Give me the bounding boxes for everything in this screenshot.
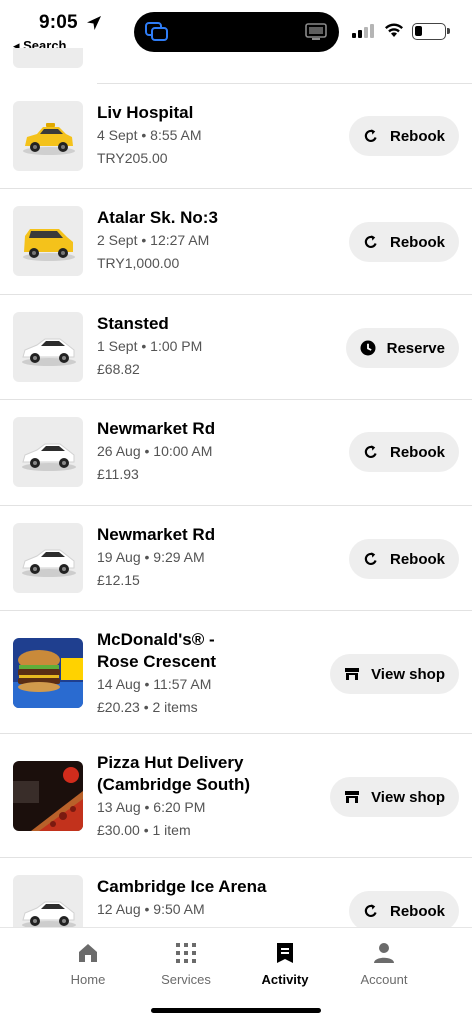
view-shop-button[interactable]: View shop bbox=[330, 777, 459, 817]
trip-row[interactable]: Newmarket Rd 26 Aug • 10:00 AM £11.93 Re… bbox=[0, 400, 472, 506]
order-row[interactable]: Pizza Hut Delivery (Cambridge South) 13 … bbox=[0, 734, 472, 858]
trip-date: 1 Sept • 1:00 PM bbox=[97, 338, 203, 354]
tab-activity-label: Activity bbox=[261, 972, 309, 987]
view-shop-label: View shop bbox=[371, 788, 445, 806]
trip-row[interactable]: Newmarket Rd 19 Aug • 9:29 AM £12.15 Reb… bbox=[0, 506, 472, 611]
rebook-icon bbox=[364, 235, 377, 248]
receipt-icon bbox=[277, 943, 293, 963]
rebook-label: Rebook bbox=[389, 902, 445, 920]
trip-date: 19 Aug • 9:29 AM bbox=[97, 549, 205, 565]
taxi-thumbnail bbox=[13, 101, 83, 171]
trip-row[interactable]: Atalar Sk. No:3 2 Sept • 12:27 AM TRY1,0… bbox=[0, 189, 472, 295]
white-car-icon bbox=[22, 338, 76, 366]
home-indicator bbox=[151, 1008, 321, 1013]
white-car-icon bbox=[22, 901, 76, 927]
tab-account-label: Account bbox=[360, 972, 408, 987]
trip-date: 26 Aug • 10:00 AM bbox=[97, 443, 213, 459]
order-title-line2: Rose Crescent bbox=[97, 652, 217, 671]
tab-account[interactable]: Account bbox=[339, 942, 429, 987]
trip-row[interactable]: Cambridge Ice Arena 12 Aug • 9:50 AM Reb… bbox=[0, 858, 472, 927]
rebook-label: Rebook bbox=[389, 233, 445, 251]
rebook-icon bbox=[364, 904, 377, 917]
status-time: 9:05 bbox=[39, 12, 78, 33]
car-thumbnail bbox=[13, 312, 83, 382]
trip-title: Newmarket Rd bbox=[97, 419, 216, 438]
trip-row[interactable]: Stansted 1 Sept • 1:00 PM £68.82 Reserve bbox=[0, 295, 472, 400]
order-price: £20.23 • 2 items bbox=[97, 699, 198, 715]
trip-price: £12.15 bbox=[97, 572, 140, 588]
view-shop-button[interactable]: View shop bbox=[330, 654, 459, 694]
trip-price: TRY205.00 bbox=[97, 150, 168, 166]
rebook-button[interactable]: Rebook bbox=[348, 432, 459, 472]
shop-icon bbox=[345, 668, 360, 680]
yellow-taxi-icon bbox=[23, 123, 75, 155]
tab-services-label: Services bbox=[161, 972, 211, 987]
rebook-icon bbox=[364, 445, 377, 458]
trip-title: Stansted bbox=[97, 314, 169, 333]
person-icon bbox=[374, 943, 394, 963]
tab-home-label: Home bbox=[70, 972, 106, 987]
trip-price: TRY1,000.00 bbox=[97, 255, 180, 271]
wifi-icon bbox=[385, 23, 403, 37]
taxi-thumbnail bbox=[13, 206, 83, 276]
rebook-icon bbox=[364, 129, 377, 142]
rebook-label: Rebook bbox=[389, 550, 445, 568]
order-date: 13 Aug • 6:20 PM bbox=[97, 799, 206, 815]
trip-row[interactable]: Liv Hospital 4 Sept • 8:55 AM TRY205.00 … bbox=[0, 84, 472, 189]
white-car-icon bbox=[22, 443, 76, 471]
pizza-promo-image bbox=[13, 761, 83, 831]
rebook-label: Rebook bbox=[389, 443, 445, 461]
rebook-button[interactable]: Rebook bbox=[348, 116, 459, 156]
view-shop-label: View shop bbox=[371, 665, 445, 683]
yellow-taxi-van-icon bbox=[23, 229, 75, 261]
rebook-icon bbox=[364, 552, 377, 565]
app-switch-icon bbox=[145, 22, 168, 41]
battery-icon bbox=[412, 23, 450, 40]
reserve-button[interactable]: Reserve bbox=[345, 328, 459, 368]
restaurant-thumbnail bbox=[13, 761, 83, 831]
clock-icon bbox=[360, 340, 376, 356]
order-row[interactable]: McDonald's® - Rose Crescent 14 Aug • 11:… bbox=[0, 611, 472, 734]
car-thumbnail bbox=[13, 875, 83, 927]
white-car-icon bbox=[22, 549, 76, 577]
burger-promo-image bbox=[13, 638, 83, 708]
tab-services[interactable]: Services bbox=[141, 942, 231, 987]
screen-mirror-icon bbox=[305, 23, 327, 40]
trip-title: Liv Hospital bbox=[97, 103, 194, 122]
trip-title: Cambridge Ice Arena bbox=[97, 877, 267, 896]
rebook-button[interactable]: Rebook bbox=[348, 539, 459, 579]
order-date: 14 Aug • 11:57 AM bbox=[97, 676, 212, 692]
order-title-line1: Pizza Hut Delivery bbox=[97, 753, 244, 772]
activity-trip-list[interactable]: Liv Hospital 4 Sept • 8:55 AM TRY205.00 … bbox=[0, 84, 472, 927]
car-thumbnail bbox=[13, 523, 83, 593]
trip-price: £11.93 bbox=[97, 466, 139, 482]
trip-price: £68.82 bbox=[97, 361, 140, 377]
dynamic-island bbox=[134, 12, 339, 52]
order-title-line1: McDonald's® - bbox=[97, 630, 215, 649]
trip-date: 4 Sept • 8:55 AM bbox=[97, 127, 202, 143]
tab-activity[interactable]: Activity bbox=[240, 942, 330, 987]
cellular-signal-icon bbox=[352, 24, 374, 38]
reserve-label: Reserve bbox=[386, 339, 445, 357]
order-price: £30.00 • 1 item bbox=[97, 822, 191, 838]
rebook-button[interactable]: Rebook bbox=[348, 891, 459, 927]
home-icon bbox=[79, 944, 97, 962]
trip-title: Atalar Sk. No:3 bbox=[97, 208, 218, 227]
rebook-label: Rebook bbox=[389, 127, 445, 145]
order-title-line2: (Cambridge South) bbox=[97, 775, 250, 794]
car-thumbnail bbox=[13, 417, 83, 487]
shop-icon bbox=[345, 791, 360, 803]
grid-icon bbox=[176, 943, 196, 963]
tab-home[interactable]: Home bbox=[43, 942, 133, 987]
trip-date: 2 Sept • 12:27 AM bbox=[97, 232, 210, 248]
trip-date: 12 Aug • 9:50 AM bbox=[97, 901, 205, 917]
rebook-button[interactable]: Rebook bbox=[348, 222, 459, 262]
restaurant-thumbnail bbox=[13, 638, 83, 708]
trip-title: Newmarket Rd bbox=[97, 525, 216, 544]
partial-trip-thumbnail bbox=[13, 48, 83, 68]
location-arrow-icon bbox=[87, 16, 101, 30]
